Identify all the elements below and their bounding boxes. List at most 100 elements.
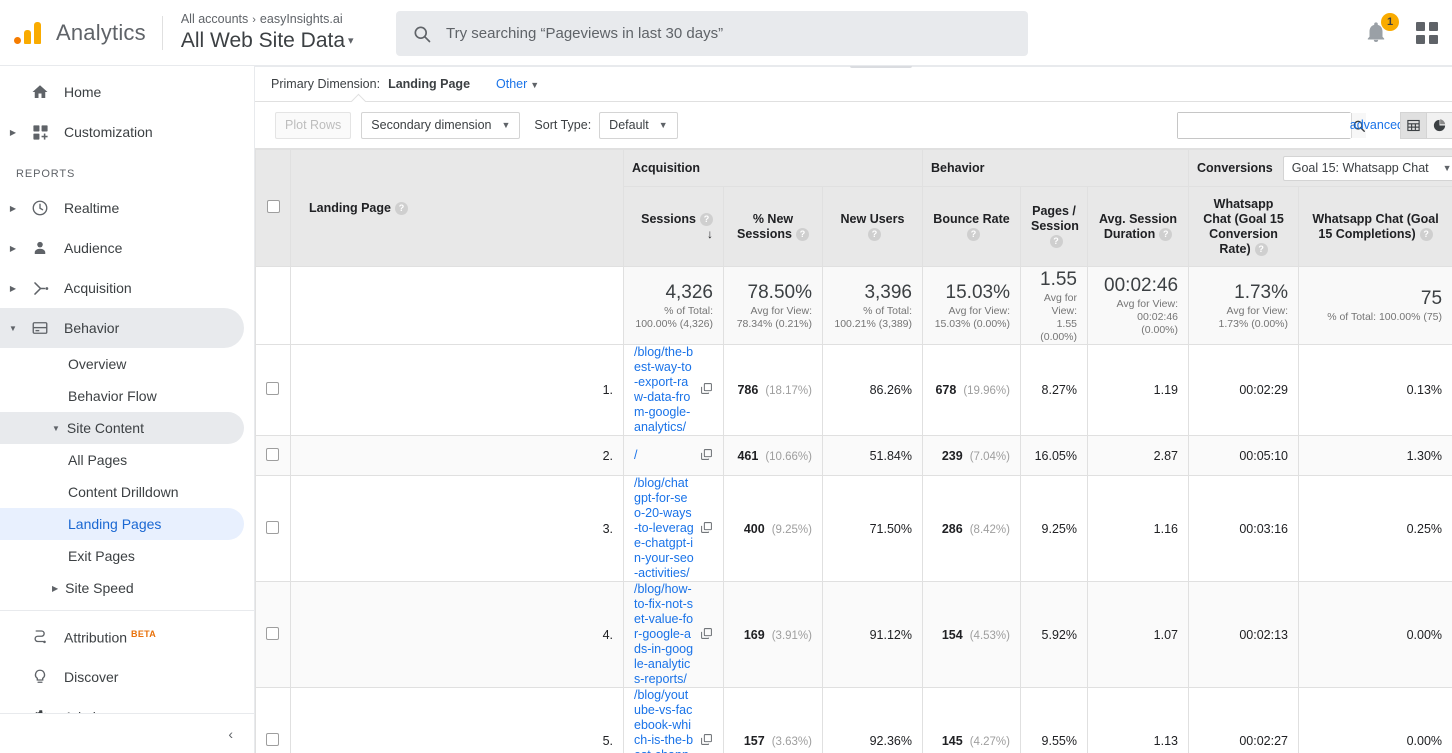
- table-row[interactable]: 3./blog/chatgpt-for-seo-20-ways-to-lever…: [255, 475, 1452, 582]
- breadcrumb-property[interactable]: easyInsights.ai: [260, 12, 343, 26]
- plot-rows-button[interactable]: Plot Rows: [275, 111, 352, 139]
- help-icon[interactable]: ?: [1419, 227, 1433, 241]
- sidebar-item-acquisition[interactable]: ▶ Acquisition: [0, 268, 244, 308]
- landing-pages-table: Landing Page? Acquisition Behavior Conve…: [255, 149, 1452, 753]
- landing-page-link[interactable]: /blog/chatgpt-for-seo-20-ways-to-leverag…: [634, 476, 694, 581]
- table-row[interactable]: 4./blog/how-to-fix-not-set-value-for-goo…: [255, 581, 1452, 688]
- select-all-checkbox[interactable]: [266, 200, 280, 213]
- help-icon[interactable]: ?: [967, 227, 980, 241]
- sidebar-subitem-label: Exit Pages: [68, 548, 135, 564]
- sidebar-item-all-pages[interactable]: All Pages: [0, 444, 244, 476]
- row-checkbox[interactable]: [266, 626, 279, 640]
- column-header-new-sessions[interactable]: % New Sessions?: [723, 186, 823, 267]
- summary-value: 4,326: [665, 281, 713, 303]
- open-in-new-icon[interactable]: [700, 448, 713, 464]
- help-icon[interactable]: ?: [795, 227, 809, 241]
- sidebar-item-customization[interactable]: ▶ Customization: [0, 112, 244, 152]
- cell-sessions: 157 (3.63%): [723, 687, 823, 753]
- summary-subtext: % of Total: 100.00% (4,326): [635, 304, 713, 330]
- global-search-box[interactable]: [396, 11, 1028, 56]
- sidebar-item-behavior[interactable]: ▼ Behavior: [0, 308, 244, 348]
- help-icon[interactable]: ?: [1254, 242, 1268, 256]
- sidebar-item-exit-pages[interactable]: Exit Pages: [0, 540, 244, 572]
- landing-page-link[interactable]: /blog/the-best-way-to-export-raw-data-fr…: [634, 345, 694, 435]
- landing-page-column-header[interactable]: Landing Page?: [290, 149, 624, 267]
- home-icon: [26, 83, 54, 101]
- summary-subtext: Avg for View: 15.03% (0.00%): [934, 304, 1010, 330]
- sort-type-button[interactable]: Default ▼: [599, 111, 678, 139]
- column-header-bounce-rate[interactable]: Bounce Rate?: [922, 186, 1021, 267]
- table-row[interactable]: 1./blog/the-best-way-to-export-raw-data-…: [255, 344, 1452, 436]
- column-header-sessions[interactable]: Sessions ?↓: [623, 186, 724, 267]
- open-in-new-icon[interactable]: [700, 521, 713, 537]
- summary-goal-rate: 1.73% Avg for View: 1.73% (0.00%): [1188, 266, 1300, 345]
- sidebar-item-attribution[interactable]: Attribution BETA: [0, 617, 244, 657]
- sidebar-item-audience[interactable]: ▶ Audience: [0, 228, 244, 268]
- expand-arrow-icon[interactable]: ▶: [0, 284, 26, 293]
- sidebar-item-discover[interactable]: Discover: [0, 657, 244, 697]
- help-icon[interactable]: ?: [868, 227, 881, 241]
- table-view-button[interactable]: [1400, 112, 1427, 139]
- help-icon[interactable]: ?: [1159, 227, 1173, 241]
- group-header-conversions: Conversions Goal 15: Whatsapp Chat ▼: [1188, 149, 1452, 187]
- open-in-new-icon[interactable]: [700, 627, 713, 643]
- pie-view-button[interactable]: [1426, 112, 1452, 139]
- sidebar-item-home[interactable]: Home: [0, 72, 244, 112]
- row-checkbox[interactable]: [266, 447, 279, 461]
- help-icon[interactable]: ?: [394, 201, 408, 215]
- other-dimension-dropdown[interactable]: Other ▼: [496, 77, 539, 91]
- cell-percent: (10.66%): [765, 450, 812, 463]
- column-header-goal-completions[interactable]: Whatsapp Chat (Goal 15 Completions)?: [1298, 186, 1452, 267]
- notifications-button[interactable]: 1: [1364, 13, 1399, 46]
- table-row[interactable]: 5./blog/youtube-vs-facebook-which-is-the…: [255, 687, 1452, 753]
- group-header-acquisition: Acquisition: [623, 149, 923, 187]
- view-title[interactable]: All Web Site Data ▾: [181, 28, 354, 54]
- advanced-filter-link[interactable]: advanced: [1350, 118, 1404, 132]
- sidebar-item-label: Audience: [64, 240, 123, 256]
- expand-arrow-icon[interactable]: ▶: [0, 204, 26, 213]
- apps-grid-icon[interactable]: [1416, 22, 1438, 44]
- open-in-new-icon[interactable]: [700, 382, 713, 398]
- table-search-box[interactable]: [1177, 112, 1366, 139]
- sidebar-item-content-drilldown[interactable]: Content Drilldown: [0, 476, 244, 508]
- help-icon[interactable]: ?: [700, 212, 713, 226]
- primary-dimension-value[interactable]: Landing Page: [388, 77, 470, 91]
- expand-arrow-icon[interactable]: ▶: [0, 128, 26, 137]
- landing-page-link[interactable]: /blog/how-to-fix-not-set-value-for-googl…: [634, 582, 694, 687]
- goal-selector-dropdown[interactable]: Goal 15: Whatsapp Chat ▼: [1282, 155, 1452, 181]
- landing-page-link[interactable]: /blog/youtube-vs-facebook-which-is-the-b…: [634, 688, 694, 753]
- table-search-input[interactable]: [1178, 113, 1351, 138]
- landing-page-link[interactable]: /: [634, 448, 637, 463]
- sidebar-item-realtime[interactable]: ▶ Realtime: [0, 188, 244, 228]
- help-icon[interactable]: ?: [1049, 235, 1063, 249]
- sidebar-item-site-speed[interactable]: ▶ Site Speed: [0, 572, 244, 604]
- sidebar-item-landing-pages[interactable]: Landing Pages: [0, 508, 244, 540]
- account-selector[interactable]: All accounts › easyInsights.ai All Web Sit…: [181, 11, 354, 54]
- sort-type-label: Sort Type:: [534, 118, 592, 132]
- open-in-new-icon[interactable]: [700, 733, 713, 749]
- sidebar-item-behavior-flow[interactable]: Behavior Flow: [0, 380, 244, 412]
- expand-arrow-icon[interactable]: ▶: [0, 244, 26, 253]
- sidebar-divider: [0, 610, 254, 611]
- sidebar-item-overview[interactable]: Overview: [0, 348, 244, 380]
- row-checkbox[interactable]: [266, 520, 279, 534]
- table-row[interactable]: 2. / 461 (10.66%) 51.84% 239 (7.04%) 16.05% 2.87…: [255, 435, 1452, 476]
- cell-new-sessions-pct: 86.26%: [822, 344, 923, 436]
- summary-value: 78.50%: [747, 281, 812, 303]
- column-header-new-users[interactable]: New Users?: [822, 186, 923, 267]
- sidebar-collapse-button[interactable]: ‹: [0, 713, 254, 753]
- column-header-goal-conversion-rate[interactable]: Whatsapp Chat (Goal 15 Conversion Rate)?: [1188, 186, 1300, 267]
- column-header-label: Pages / Session: [1031, 204, 1079, 233]
- sidebar-section-reports: REPORTS: [16, 168, 76, 180]
- row-checkbox[interactable]: [266, 732, 279, 746]
- collapse-arrow-icon[interactable]: ▼: [0, 324, 26, 333]
- row-checkbox[interactable]: [266, 382, 279, 395]
- sidebar-item-site-content[interactable]: ▼ Site Content: [0, 412, 244, 444]
- row-index: 1.: [290, 344, 624, 436]
- chart-collapse-handle[interactable]: [255, 66, 1452, 68]
- secondary-dimension-button[interactable]: Secondary dimension ▼: [361, 111, 521, 139]
- breadcrumb-all-accounts[interactable]: All accounts: [181, 12, 248, 26]
- search-input[interactable]: [446, 11, 1028, 56]
- column-header-pages-session[interactable]: Pages / Session?: [1020, 186, 1088, 267]
- column-header-avg-session-duration[interactable]: Avg. Session Duration?: [1086, 186, 1190, 267]
